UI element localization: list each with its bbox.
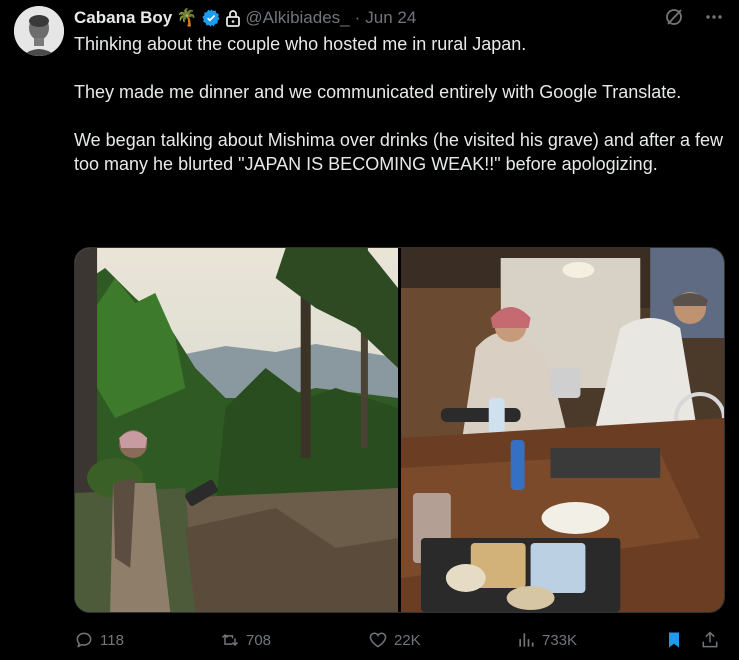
repost-icon — [221, 633, 239, 647]
tweet-paragraph: They made me dinner and we communicated … — [74, 82, 682, 102]
forest-mountain-photo[interactable] — [75, 248, 398, 612]
author-handle[interactable]: @Alkibiades_ — [245, 8, 349, 28]
reply-icon — [76, 632, 92, 648]
like-button[interactable]: 22K — [368, 630, 421, 650]
palm-tree-emoji: 🌴 — [176, 8, 198, 27]
more-options-icon[interactable] — [703, 6, 725, 28]
reply-button[interactable]: 118 — [74, 630, 124, 650]
heart-icon — [369, 632, 387, 648]
reply-count: 118 — [100, 631, 124, 649]
tweet-paragraph: We began talking about Mishima over drin… — [74, 130, 723, 174]
kitchen-dinner-photo[interactable] — [401, 248, 724, 612]
media-grid — [74, 247, 725, 613]
verified-badge-icon — [201, 8, 221, 28]
display-name[interactable]: Cabana Boy — [74, 8, 172, 28]
like-count: 22K — [394, 631, 421, 649]
tweet-text: Thinking about the couple who hosted me … — [74, 32, 724, 200]
bookmark-button[interactable] — [664, 630, 684, 650]
share-button[interactable] — [700, 630, 720, 650]
repost-count: 708 — [246, 631, 272, 649]
separator: · — [354, 8, 361, 27]
tweet-header: Cabana Boy 🌴 @Alkibiades_ · Jun 24 — [74, 7, 416, 29]
repost-button[interactable]: 708 — [220, 630, 271, 650]
tweet-paragraph: Thinking about the couple who hosted me … — [74, 34, 527, 54]
tweet-date[interactable]: Jun 24 — [365, 8, 416, 28]
share-icon — [702, 631, 718, 648]
views-count: 733K — [542, 631, 578, 649]
grok-icon[interactable] — [663, 6, 685, 28]
bookmark-icon — [669, 632, 679, 648]
avatar[interactable] — [14, 6, 64, 56]
top-actions — [663, 6, 725, 28]
tweet: Cabana Boy 🌴 @Alkibiades_ · Jun 24 Think… — [0, 0, 739, 660]
views-icon — [519, 633, 534, 647]
avatar-image — [14, 6, 64, 56]
action-bar: 118 708 22K 733K — [74, 626, 724, 654]
lock-icon — [225, 9, 241, 27]
views-button[interactable]: 733K — [516, 630, 577, 650]
